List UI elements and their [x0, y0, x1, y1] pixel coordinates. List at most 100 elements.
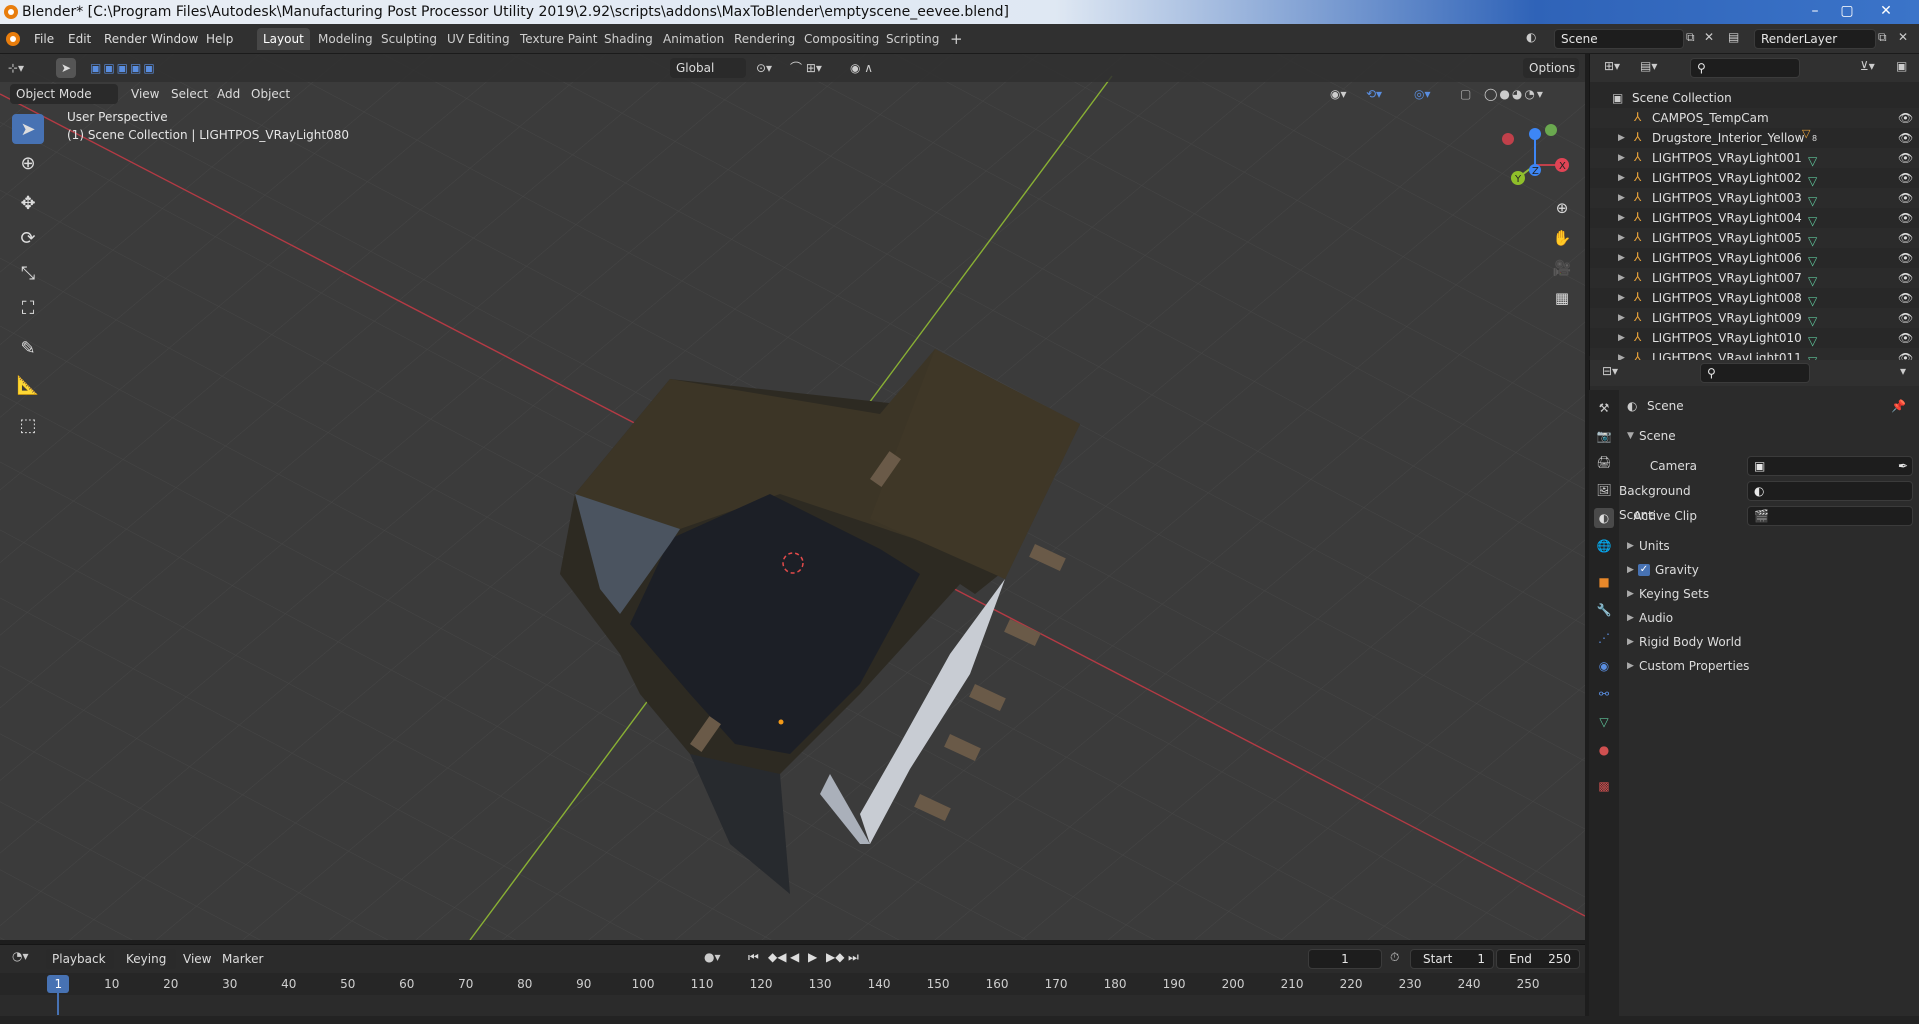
data-tab-icon[interactable]: ▽	[1594, 712, 1614, 732]
expand-arrow-icon[interactable]: ▶	[1618, 288, 1625, 308]
visibility-eye-icon[interactable]: 👁	[1898, 268, 1913, 288]
display-mode-icon[interactable]: ▤▾	[1640, 59, 1657, 73]
visibility-eye-icon[interactable]: 👁	[1898, 208, 1913, 228]
menu-file[interactable]: File	[34, 30, 54, 48]
units-panel[interactable]: ▶ Units	[1619, 534, 1919, 558]
scene-selector[interactable]: Scene	[1554, 29, 1684, 49]
visibility-eye-icon[interactable]: 👁	[1898, 288, 1913, 308]
select-box-tool[interactable]: ➤	[12, 114, 44, 144]
expand-arrow-icon[interactable]: ▶	[1618, 248, 1625, 268]
stopwatch-icon[interactable]: ⏱	[1390, 950, 1399, 965]
zoom-icon[interactable]: ⊕	[1550, 196, 1574, 220]
maximize-button[interactable]: ▢	[1832, 0, 1862, 22]
viewport-3d[interactable]	[0, 54, 1585, 940]
new-scene-icon[interactable]: ⧉	[1686, 30, 1695, 45]
play-reverse-icon[interactable]: ◀	[790, 950, 799, 964]
select-tool-icon[interactable]: ➤	[56, 58, 76, 78]
tab-rendering[interactable]: Rendering	[728, 28, 801, 50]
xray-icon[interactable]: ▢	[1460, 84, 1471, 104]
outliner-item[interactable]: ▶ ⅄ LIGHTPOS_VRayLight005 ▽ 👁	[1590, 228, 1919, 248]
keying-sets-panel[interactable]: ▶ Keying Sets	[1619, 582, 1919, 606]
expand-arrow-icon[interactable]: ▶	[1618, 328, 1625, 348]
expand-arrow-icon[interactable]: ▶	[1618, 208, 1625, 228]
timeline-view-menu[interactable]: View	[183, 949, 211, 969]
material-tab-icon[interactable]: ●	[1594, 740, 1614, 760]
end-frame-field[interactable]: End 250	[1496, 949, 1580, 969]
expand-arrow-icon[interactable]: ▶	[1618, 308, 1625, 328]
tab-texture-paint[interactable]: Texture Paint	[514, 28, 603, 50]
gravity-checkbox[interactable]: ✓	[1638, 564, 1650, 576]
minimize-button[interactable]: –	[1800, 0, 1830, 22]
outliner-item[interactable]: ▶ ⅄ LIGHTPOS_VRayLight001 ▽ 👁	[1590, 148, 1919, 168]
next-keyframe-icon[interactable]: ▶◆	[826, 950, 844, 964]
outliner-item[interactable]: ▶ ⅄ LIGHTPOS_VRayLight008 ▽ 👁	[1590, 288, 1919, 309]
overlay-toggle-icon[interactable]: ◎▾	[1414, 84, 1431, 104]
outliner-item[interactable]: ▶ ⅄ LIGHTPOS_VRayLight003 ▽ 👁	[1590, 188, 1919, 208]
mode-selector[interactable]: Object Mode	[10, 84, 118, 104]
add-cube-tool[interactable]: ⬚	[12, 410, 44, 440]
properties-options-icon[interactable]: ▾	[1900, 364, 1906, 378]
outliner-item[interactable]: ▶ ⅄ LIGHTPOS_VRayLight009 ▽ 👁	[1590, 308, 1919, 328]
annotate-tool[interactable]: ✎	[12, 333, 44, 363]
tab-compositing[interactable]: Compositing	[798, 28, 885, 50]
remove-scene-icon[interactable]: ✕	[1704, 30, 1714, 44]
menu-window[interactable]: Window	[151, 30, 198, 48]
eyedropper-icon[interactable]: ✒	[1898, 457, 1908, 475]
world-tab-icon[interactable]: 🌐	[1594, 536, 1614, 556]
add-workspace-button[interactable]: +	[944, 28, 969, 50]
timeline-editor-icon[interactable]: ◔▾	[12, 949, 29, 963]
tab-layout[interactable]: Layout	[257, 28, 310, 50]
outliner-root[interactable]: ▣ Scene Collection	[1590, 88, 1919, 108]
view-layer-tab-icon[interactable]: 🖼	[1594, 480, 1614, 500]
object-tab-icon[interactable]: ■	[1594, 572, 1614, 592]
visibility-eye-icon[interactable]: 👁	[1898, 248, 1913, 268]
expand-arrow-icon[interactable]: ▶	[1618, 128, 1625, 148]
properties-editor-icon[interactable]: ⊟▾	[1602, 364, 1618, 378]
measure-tool[interactable]: 📐	[12, 370, 44, 400]
menu-help[interactable]: Help	[206, 30, 233, 48]
pin-icon[interactable]: 📌	[1891, 394, 1906, 418]
visibility-eye-icon[interactable]: 👁	[1898, 328, 1913, 348]
filter-icon[interactable]: ⊻▾	[1860, 59, 1875, 73]
tab-scripting[interactable]: Scripting	[880, 28, 945, 50]
blender-menu-icon[interactable]	[6, 32, 20, 46]
scene-tab-icon[interactable]: ◐	[1594, 508, 1614, 528]
background-scene-field[interactable]: ◐	[1747, 481, 1913, 501]
custom-properties-panel[interactable]: ▶ Custom Properties	[1619, 654, 1919, 678]
gizmo-toggle-icon[interactable]: ⟲▾	[1366, 84, 1382, 104]
output-tab-icon[interactable]: 🖨	[1594, 452, 1614, 472]
pivot-icon[interactable]: ⊙▾	[756, 58, 772, 78]
expand-arrow-icon[interactable]: ▶	[1618, 148, 1625, 168]
outliner-item[interactable]: ▶ ⅄ LIGHTPOS_VRayLight004 ▽ 👁	[1590, 208, 1919, 229]
visibility-eye-icon[interactable]: 👁	[1898, 228, 1913, 248]
menu-select[interactable]: Select	[171, 84, 208, 104]
visibility-eye-icon[interactable]: 👁	[1898, 188, 1913, 208]
properties-search-input[interactable]: ⚲	[1700, 363, 1810, 383]
prev-keyframe-icon[interactable]: ◆◀	[768, 950, 786, 964]
selection-mode-icons[interactable]: ▣▣▣▣▣	[90, 58, 157, 78]
gravity-panel[interactable]: ▶ ✓ Gravity	[1619, 558, 1919, 582]
menu-object[interactable]: Object	[251, 84, 290, 104]
outliner-editor-icon[interactable]: ⊞▾	[1604, 59, 1620, 73]
visibility-eye-icon[interactable]: 👁	[1898, 108, 1913, 128]
close-window-button[interactable]: ✕	[1866, 0, 1906, 22]
texture-tab-icon[interactable]: ▩	[1594, 776, 1614, 796]
visibility-eye-icon[interactable]: 👁	[1898, 148, 1913, 168]
visibility-icon[interactable]: ◉▾	[1330, 84, 1347, 104]
scale-tool[interactable]: ⤡	[12, 258, 44, 288]
outliner-item[interactable]: ▶ ⅄ LIGHTPOS_VRayLight010 ▽ 👁	[1590, 328, 1919, 349]
outliner-search-input[interactable]: ⚲	[1690, 58, 1800, 78]
scene-panel-header[interactable]: ▼ Scene	[1619, 424, 1919, 448]
move-tool[interactable]: ✥	[12, 188, 44, 218]
tab-sculpting[interactable]: Sculpting	[375, 28, 443, 50]
hand-pan-icon[interactable]: ✋	[1550, 226, 1574, 250]
transform-orientation[interactable]: Global	[670, 58, 746, 78]
outliner-item[interactable]: ▶ ⅄ Drugstore_Interior_Yellow 👁	[1590, 128, 1919, 148]
tool-tab-icon[interactable]: ⚒	[1594, 398, 1614, 418]
visibility-eye-icon[interactable]: 👁	[1898, 168, 1913, 188]
tab-shading[interactable]: Shading	[598, 28, 659, 50]
visibility-eye-icon[interactable]: 👁	[1898, 128, 1913, 148]
menu-view[interactable]: View	[131, 84, 159, 104]
outliner-item[interactable]: ▶ ⅄ LIGHTPOS_VRayLight002 ▽ 👁	[1590, 168, 1919, 189]
keying-menu[interactable]: Keying	[120, 949, 176, 969]
